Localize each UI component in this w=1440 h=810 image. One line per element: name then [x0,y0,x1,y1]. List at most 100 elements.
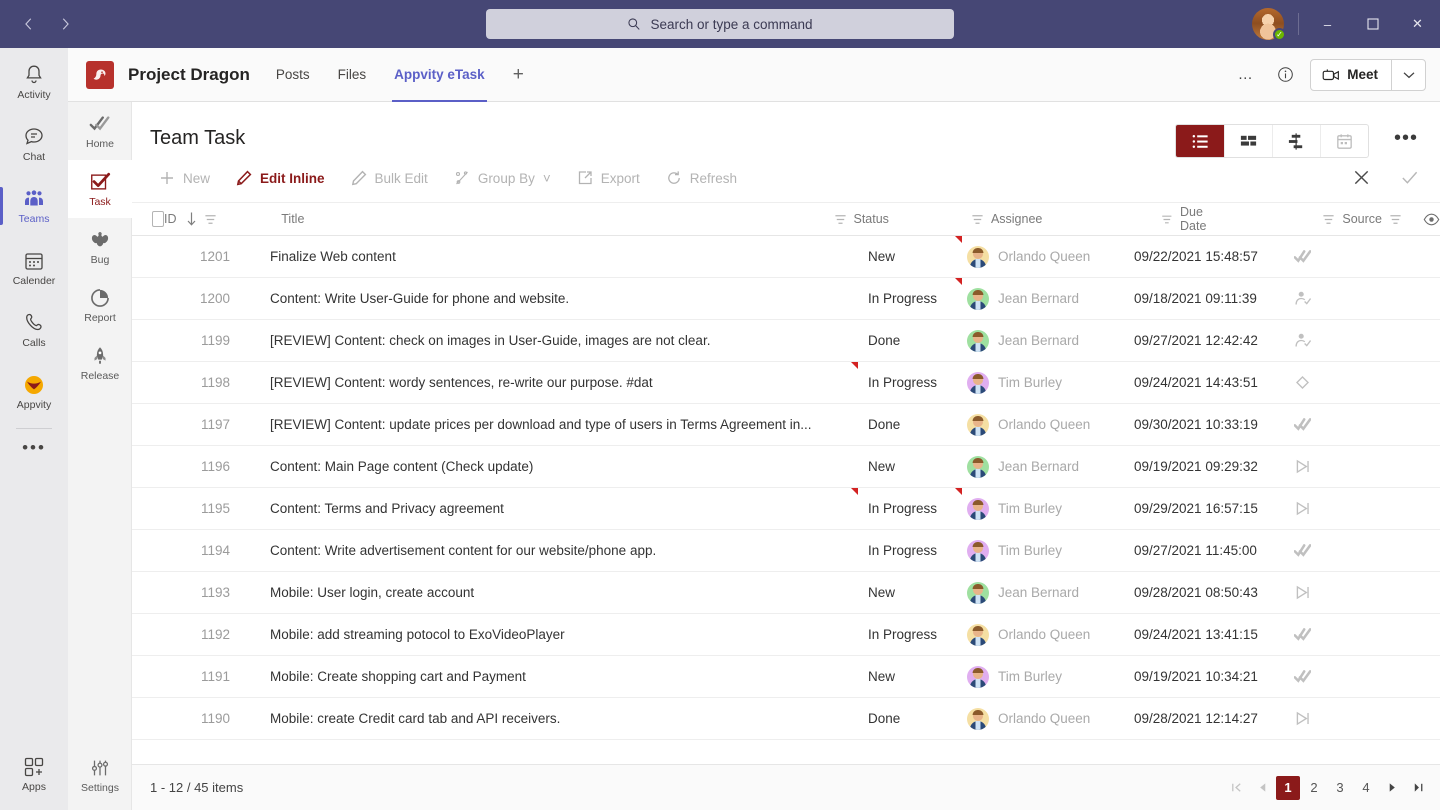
cell-due-date[interactable]: 09/28/2021 08:50:43 [1134,572,1282,614]
tab-appvity-etask[interactable]: Appvity eTask [392,48,487,102]
table-row[interactable]: 1196Content: Main Page content (Check up… [132,446,1440,488]
cell-due-date[interactable]: 09/28/2021 12:14:27 [1134,698,1282,740]
filter-icon[interactable] [971,213,984,226]
meet-dropdown-button[interactable] [1391,60,1425,90]
page-button-2[interactable]: 2 [1302,776,1326,800]
cell-status[interactable]: New [858,236,962,278]
column-header-due-date[interactable]: Due Date [1154,202,1227,236]
cell-source[interactable] [1282,614,1352,656]
cell-assignee[interactable]: Jean Bernard [962,278,1134,320]
cell-assignee[interactable]: Tim Burley [962,530,1134,572]
cell-status[interactable]: New [858,656,962,698]
cell-status[interactable]: Done [858,320,962,362]
column-header-status[interactable]: Status [827,202,889,236]
cell-status[interactable]: In Progress [858,530,962,572]
cell-title[interactable]: Content: Main Page content (Check update… [240,446,858,488]
cell-title[interactable]: Content: Terms and Privacy agreement [240,488,858,530]
last-page-button[interactable] [1406,776,1430,800]
select-all-checkbox[interactable] [152,211,164,227]
cell-source[interactable] [1282,236,1352,278]
table-row[interactable]: 1197[REVIEW] Content: update prices per … [132,404,1440,446]
cell-source[interactable] [1282,530,1352,572]
calendar-view-button[interactable] [1320,125,1368,157]
confirm-edit-button[interactable] [1398,166,1420,188]
table-row[interactable]: 1200Content: Write User-Guide for phone … [132,278,1440,320]
sidebar-item-chat[interactable]: Chat [0,116,68,172]
table-row[interactable]: 1201Finalize Web contentNewOrlando Queen… [132,236,1440,278]
sidebar-item-appvity[interactable]: Appvity [0,364,68,420]
page-button-4[interactable]: 4 [1354,776,1378,800]
etask-nav-settings[interactable]: Settings [68,746,132,804]
table-row[interactable]: 1199[REVIEW] Content: check on images in… [132,320,1440,362]
cell-status[interactable]: In Progress [858,278,962,320]
filter-icon[interactable] [1161,213,1173,226]
table-row[interactable]: 1191Mobile: Create shopping cart and Pay… [132,656,1440,698]
meet-button[interactable]: Meet [1310,59,1426,91]
cell-status[interactable]: In Progress [858,614,962,656]
cell-title[interactable]: Mobile: add streaming potocol to ExoVide… [240,614,858,656]
rail-more-button[interactable]: ••• [0,431,68,465]
table-row[interactable]: 1193Mobile: User login, create accountNe… [132,572,1440,614]
cell-status[interactable]: Done [858,698,962,740]
cell-title[interactable]: Mobile: Create shopping cart and Payment [240,656,858,698]
cell-title[interactable]: Mobile: create Credit card tab and API r… [240,698,858,740]
cell-due-date[interactable]: 09/29/2021 16:57:15 [1134,488,1282,530]
sidebar-item-apps[interactable]: Apps [0,746,68,802]
back-button[interactable] [14,9,44,39]
cell-status[interactable]: In Progress [858,488,962,530]
first-page-button[interactable] [1224,776,1248,800]
cell-assignee[interactable]: Orlando Queen [962,236,1134,278]
etask-nav-home[interactable]: Home [68,102,132,160]
bulk-edit-button[interactable]: Bulk Edit [338,164,441,192]
maximize-button[interactable] [1350,0,1395,48]
filter-icon[interactable] [204,213,217,226]
cell-assignee[interactable]: Tim Burley [962,362,1134,404]
group-by-button[interactable]: Group By ˅ [441,164,564,192]
cell-due-date[interactable]: 09/30/2021 10:33:19 [1134,404,1282,446]
cell-source[interactable] [1282,320,1352,362]
gantt-view-button[interactable] [1272,125,1320,157]
search-input[interactable]: Search or type a command [486,9,954,39]
channel-info-button[interactable] [1270,60,1300,90]
sidebar-item-teams[interactable]: Teams [0,178,68,234]
table-row[interactable]: 1194Content: Write advertisement content… [132,530,1440,572]
cell-title[interactable]: Finalize Web content [240,236,858,278]
sidebar-item-activity[interactable]: Activity [0,54,68,110]
etask-nav-bug[interactable]: Bug [68,218,132,276]
table-row[interactable]: 1195Content: Terms and Privacy agreement… [132,488,1440,530]
cell-title[interactable]: [REVIEW] Content: update prices per down… [240,404,858,446]
cell-due-date[interactable]: 09/27/2021 12:42:42 [1134,320,1282,362]
cell-assignee[interactable]: Jean Bernard [962,572,1134,614]
cell-title[interactable]: Mobile: User login, create account [240,572,858,614]
next-page-button[interactable] [1380,776,1404,800]
cell-status[interactable]: New [858,572,962,614]
cell-status[interactable]: New [858,446,962,488]
sidebar-item-calls[interactable]: Calls [0,302,68,358]
column-header-assignee[interactable]: Assignee [964,202,1042,236]
cell-status[interactable]: Done [858,404,962,446]
cell-due-date[interactable]: 09/27/2021 11:45:00 [1134,530,1282,572]
cell-due-date[interactable]: 09/24/2021 14:43:51 [1134,362,1282,404]
cell-title[interactable]: [REVIEW] Content: check on images in Use… [240,320,858,362]
cell-title[interactable]: [REVIEW] Content: wordy sentences, re-wr… [240,362,858,404]
column-header-id[interactable]: ID [164,202,279,236]
etask-nav-task[interactable]: Task [68,160,132,218]
export-button[interactable]: Export [564,164,653,192]
cell-due-date[interactable]: 09/18/2021 09:11:39 [1134,278,1282,320]
cell-due-date[interactable]: 09/19/2021 10:34:21 [1134,656,1282,698]
forward-button[interactable] [50,9,80,39]
cell-source[interactable] [1282,362,1352,404]
cell-assignee[interactable]: Orlando Queen [962,614,1134,656]
cell-assignee[interactable]: Orlando Queen [962,698,1134,740]
page-button-3[interactable]: 3 [1328,776,1352,800]
filter-icon[interactable] [1322,213,1335,226]
tab-posts[interactable]: Posts [274,48,312,102]
prev-page-button[interactable] [1250,776,1274,800]
cell-assignee[interactable]: Jean Bernard [962,320,1134,362]
cell-assignee[interactable]: Tim Burley [962,488,1134,530]
cell-title[interactable]: Content: Write User-Guide for phone and … [240,278,858,320]
cell-due-date[interactable]: 09/22/2021 15:48:57 [1134,236,1282,278]
cell-source[interactable] [1282,698,1352,740]
list-view-button[interactable] [1176,125,1224,157]
filter-icon[interactable] [1389,213,1402,226]
